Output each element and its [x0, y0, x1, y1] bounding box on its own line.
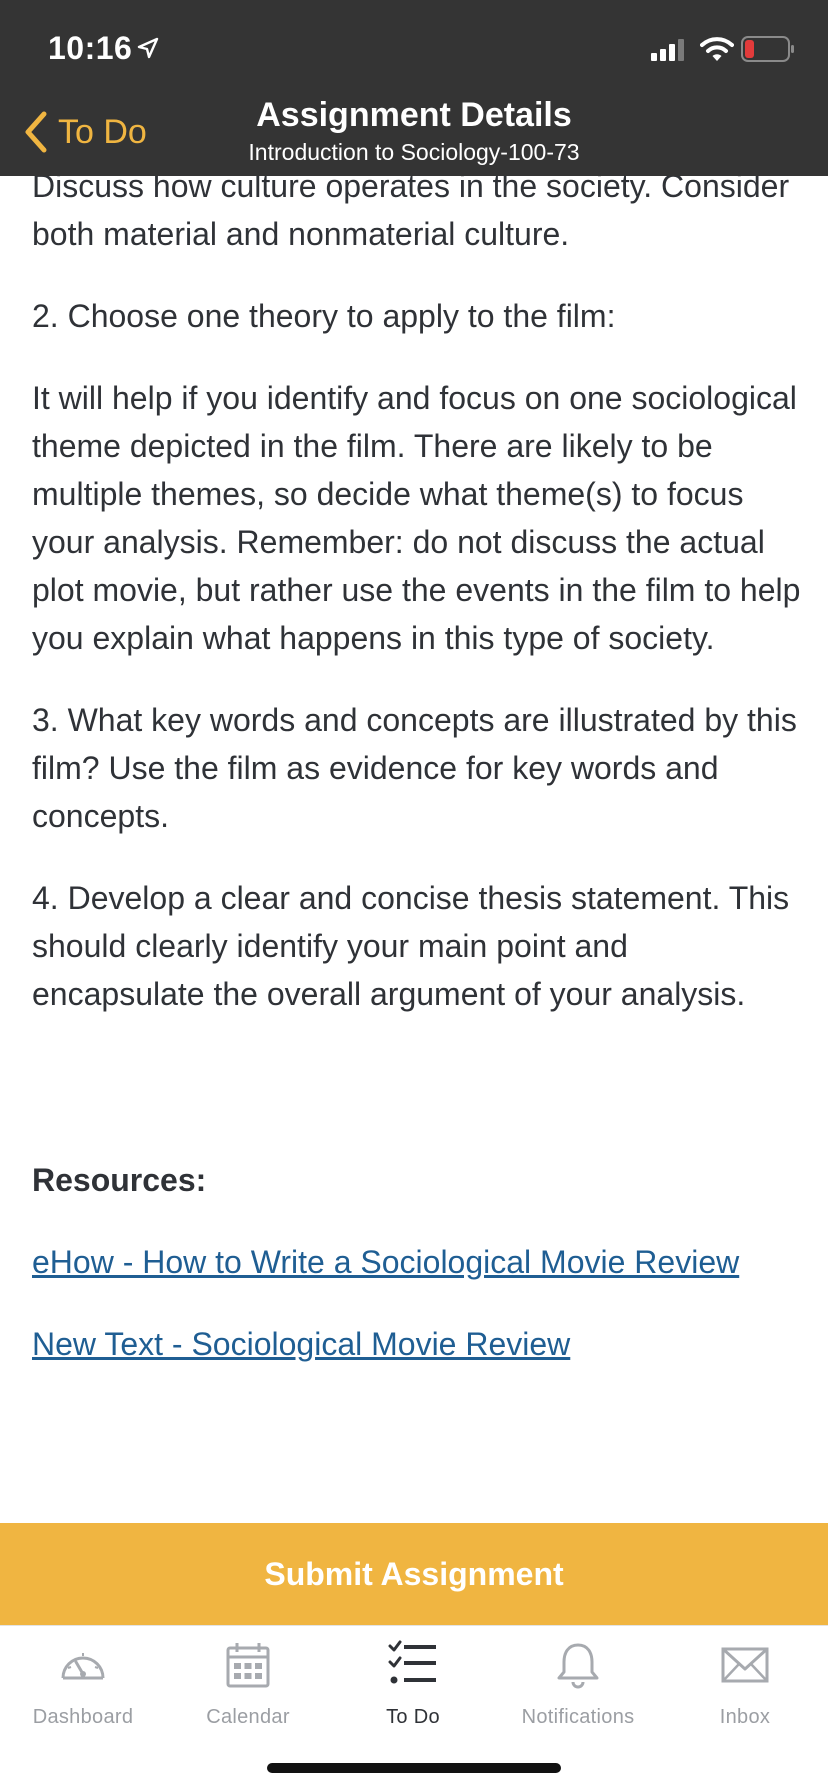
status-time: 10:16 [48, 30, 133, 66]
header: 10:16 To Do Assignment Details Introduct… [0, 0, 828, 176]
battery-low-icon [741, 36, 794, 62]
tab-label-calendar: Calendar [206, 1706, 290, 1728]
tab-inbox[interactable]: Inbox [662, 1640, 828, 1750]
dashboard-gauge-icon [61, 1653, 105, 1680]
resource-link-new-text[interactable]: New Text - Sociological Movie Review [32, 1320, 802, 1368]
submit-assignment-button[interactable]: Submit Assignment [0, 1523, 828, 1625]
paragraph-key-words: 3. What key words and concepts are illus… [32, 702, 797, 834]
resources-heading: Resources: [32, 1162, 207, 1198]
tab-calendar[interactable]: Calendar [165, 1640, 331, 1750]
home-indicator [267, 1763, 561, 1773]
location-arrow-icon [137, 37, 159, 59]
tab-label-todo: To Do [386, 1706, 440, 1728]
paragraph-theme-guidance: It will help if you identify and focus o… [32, 380, 801, 656]
tab-label-inbox: Inbox [719, 1706, 771, 1728]
resource-link-ehow[interactable]: eHow - How to Write a Sociological Movie… [32, 1238, 802, 1286]
submit-assignment-label: Submit Assignment [264, 1555, 564, 1592]
paragraph-choose-theory: 2. Choose one theory to apply to the fil… [32, 298, 616, 334]
paragraph-culture: Discuss how culture operates in the soci… [32, 168, 790, 252]
tab-dashboard[interactable]: Dashboard [0, 1640, 166, 1750]
todo-checklist-icon [388, 1640, 436, 1684]
assignment-description: Discuss how culture operates in the soci… [32, 162, 802, 1402]
bell-icon [557, 1643, 599, 1689]
calendar-icon [226, 1643, 270, 1688]
tab-label-dashboard: Dashboard [32, 1706, 134, 1728]
wifi-icon [700, 37, 734, 61]
page-title: Assignment Details [256, 96, 572, 134]
tab-todo[interactable]: To Do [330, 1640, 496, 1750]
tab-label-notifications: Notifications [521, 1706, 635, 1728]
tab-notifications[interactable]: Notifications [495, 1640, 661, 1750]
paragraph-thesis: 4. Develop a clear and concise thesis st… [32, 880, 790, 1012]
envelope-icon [721, 1647, 769, 1683]
course-subtitle: Introduction to Sociology-100-73 [248, 139, 580, 165]
screen: 10:16 To Do Assignment Details Introduct… [0, 0, 828, 1792]
cellular-signal-icon [651, 39, 684, 61]
